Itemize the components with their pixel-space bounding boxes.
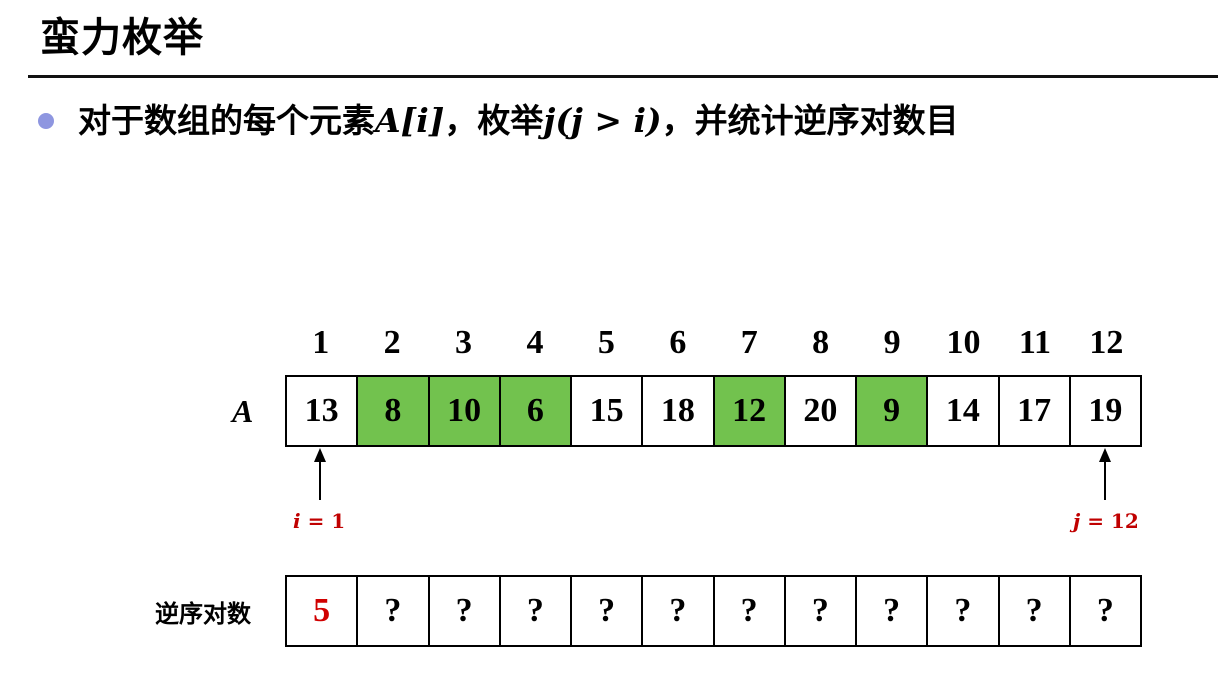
i-pointer-arrow — [319, 460, 321, 500]
i-pointer-var: i — [293, 509, 301, 533]
inversions-row: 5 ? ? ? ? ? ? ? ? ? ? ? — [285, 575, 1142, 647]
array-cell: 9 — [855, 375, 929, 447]
bullet-point: 对于数组的每个元素A[i]，枚举j(j > i)，并统计逆序对数目 — [38, 96, 959, 146]
i-pointer-label: i = 1 — [293, 509, 345, 533]
index-cell: 12 — [1089, 324, 1124, 361]
array-cell: 13 — [285, 375, 359, 447]
i-pointer-value: = 1 — [300, 509, 346, 533]
inversion-cell: ? — [783, 575, 857, 647]
array-cell: 15 — [570, 375, 644, 447]
array-cell: 6 — [498, 375, 572, 447]
index-cell: 11 — [1018, 324, 1051, 361]
index-cell: 2 — [383, 324, 401, 361]
title-divider — [28, 75, 1218, 78]
index-cell: 1 — [312, 324, 330, 361]
array-cell: 20 — [783, 375, 857, 447]
inversion-cell: ? — [855, 575, 929, 647]
inversion-cell: 5 — [285, 575, 359, 647]
inversion-cell: ? — [1068, 575, 1142, 647]
array-cell: 19 — [1068, 375, 1142, 447]
array-row: 13 8 10 6 15 18 12 20 9 14 17 19 — [285, 375, 1142, 447]
inversion-cell: ? — [712, 575, 786, 647]
array-cell: 14 — [926, 375, 1000, 447]
array-cell: 8 — [356, 375, 430, 447]
inversion-cell: ? — [570, 575, 644, 647]
index-cell: 9 — [883, 324, 901, 361]
index-cell: 5 — [597, 324, 615, 361]
index-cell: 7 — [740, 324, 758, 361]
array-label: A — [232, 393, 254, 429]
bullet-prefix: 对于数组的每个元素 — [78, 101, 375, 140]
math-a-i: A[i] — [375, 101, 445, 140]
index-cell: 4 — [526, 324, 544, 361]
bullet-dot-icon — [38, 113, 54, 129]
array-cell: 18 — [641, 375, 715, 447]
inversion-cell: ? — [427, 575, 501, 647]
slide-title: 蛮力枚举 — [40, 15, 204, 61]
bullet-mid: ，枚举 — [444, 101, 544, 140]
inversion-cell: ? — [356, 575, 430, 647]
array-cell: 12 — [712, 375, 786, 447]
inversion-cell: ? — [498, 575, 572, 647]
j-pointer-arrow — [1104, 460, 1106, 500]
index-cell: 3 — [455, 324, 473, 361]
index-cell: 6 — [669, 324, 687, 361]
bullet-suffix: ，并统计逆序对数目 — [661, 101, 959, 140]
inversion-cell: ? — [926, 575, 1000, 647]
math-j-condition: j(j > i) — [543, 101, 662, 140]
inversions-label: 逆序对数 — [155, 600, 251, 628]
array-cell: 10 — [427, 375, 501, 447]
index-cell: 8 — [812, 324, 830, 361]
j-pointer-value: = 12 — [1080, 509, 1139, 533]
index-cell: 10 — [946, 324, 981, 361]
inversion-cell: ? — [641, 575, 715, 647]
array-cell: 17 — [997, 375, 1071, 447]
index-row: 1 2 3 4 5 6 7 8 9 10 11 12 — [285, 318, 1142, 368]
j-pointer-label: j = 12 — [1073, 509, 1139, 533]
inversion-cell: ? — [997, 575, 1071, 647]
bullet-text: 对于数组的每个元素A[i]，枚举j(j > i)，并统计逆序对数目 — [78, 96, 959, 146]
